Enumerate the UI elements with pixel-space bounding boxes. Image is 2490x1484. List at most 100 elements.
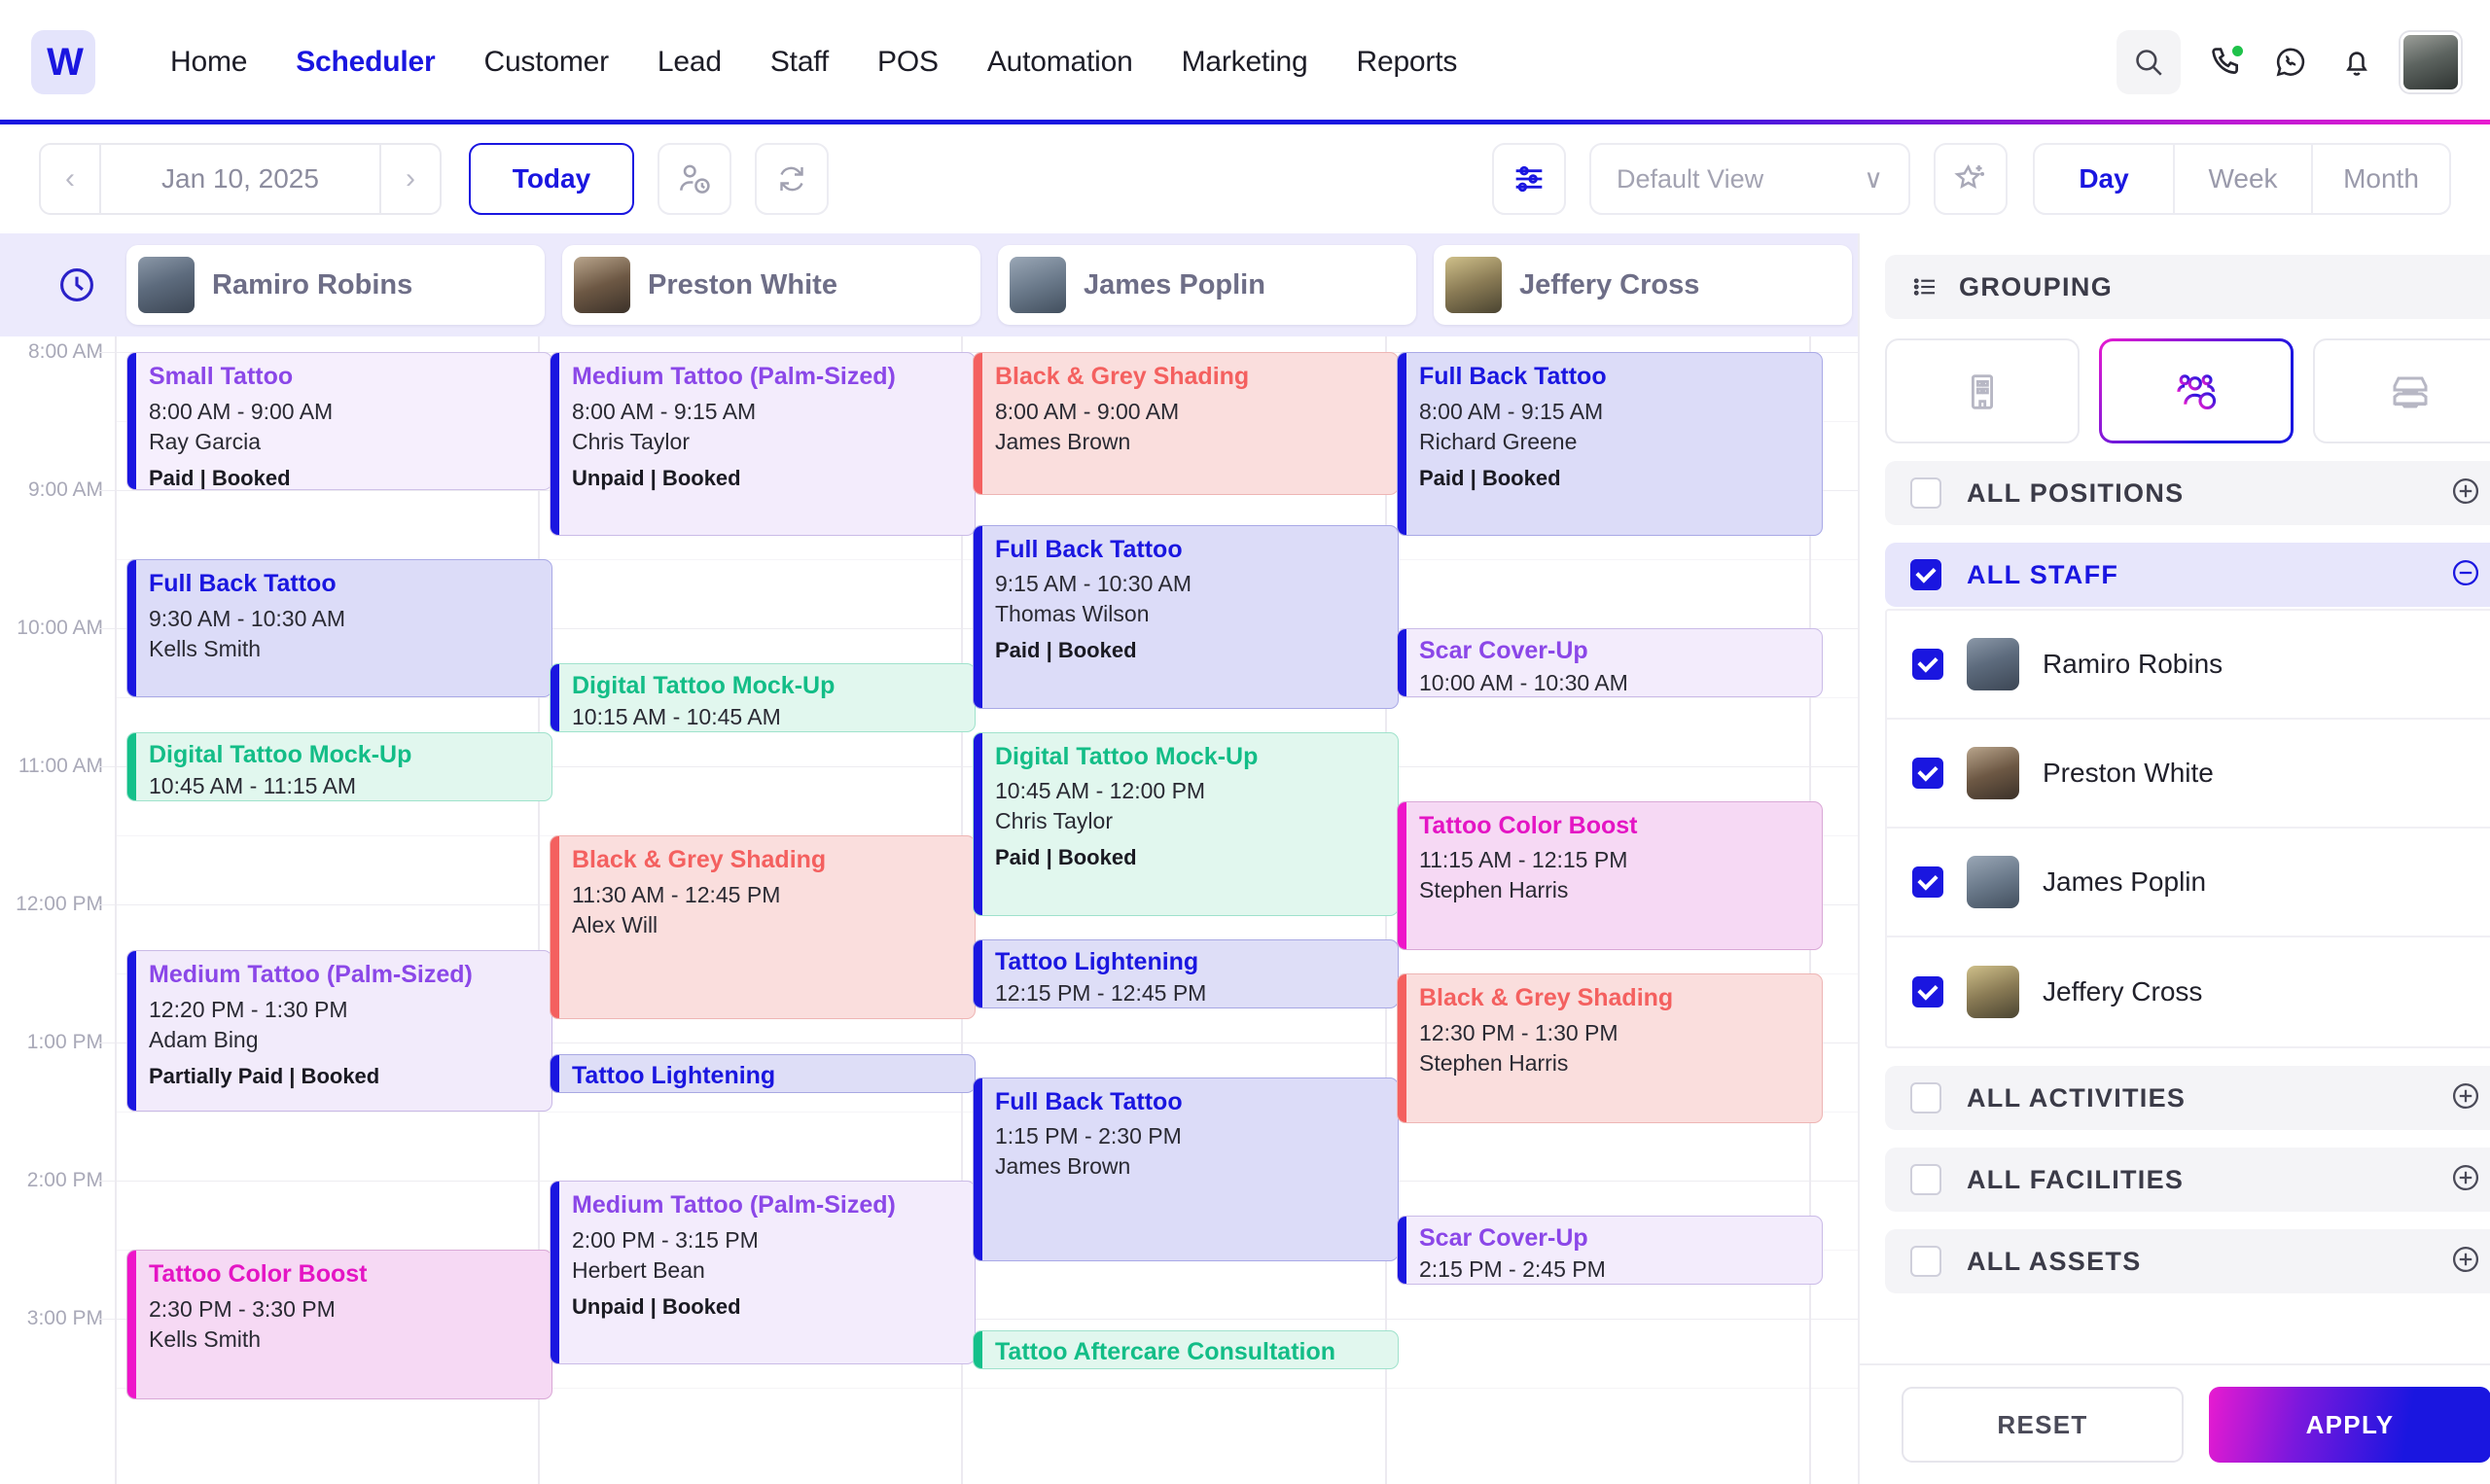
event-time: 11:15 AM - 12:15 PM	[1419, 847, 1628, 872]
whatsapp-button[interactable]	[2268, 40, 2313, 85]
nav-item-staff[interactable]: Staff	[746, 46, 853, 79]
nav-item-marketing[interactable]: Marketing	[1157, 46, 1333, 79]
group-row-all-staff[interactable]: ALL STAFF	[1885, 543, 2490, 607]
staff-checkbox[interactable]	[1912, 976, 1943, 1007]
grouping-mode-staff[interactable]	[2099, 338, 2294, 443]
filter-button[interactable]	[1492, 143, 1566, 215]
view-select-value: Default View	[1617, 163, 1764, 194]
expand-group-icon[interactable]	[2449, 1161, 2482, 1199]
event-body: Small Tattoo 8:00 AM - 9:00 AM Ray Garcia P…	[127, 363, 551, 489]
staff-list-item[interactable]: James Poplin	[1887, 829, 2490, 937]
phone-call-button[interactable]	[2202, 40, 2247, 85]
event-body: Black & Grey Shading 11:30 AM - 12:45 PM A…	[551, 846, 975, 940]
calendar-event[interactable]: Full Back Tattoo 9:15 AM - 10:30 AM Thomas…	[973, 524, 1399, 709]
notifications-button[interactable]	[2334, 40, 2379, 85]
event-customer: Chris Taylor	[572, 428, 690, 454]
calendar-event[interactable]: Scar Cover-Up 2:15 PM - 2:45 PM	[1397, 1215, 1823, 1285]
group-row-all-facilities[interactable]: ALL FACILITIES	[1885, 1148, 2490, 1212]
expand-group-icon[interactable]	[2449, 1079, 2482, 1117]
reset-button[interactable]: RESET	[1902, 1387, 2184, 1463]
calendar-event[interactable]: Black & Grey Shading 12:30 PM - 1:30 PM St…	[1397, 973, 1823, 1123]
calendar-event[interactable]: Full Back Tattoo 9:30 AM - 10:30 AM Kells …	[126, 559, 552, 697]
staff-column-chip[interactable]: Ramiro Robins	[126, 245, 545, 325]
group-row-all-activities[interactable]: ALL ACTIVITIES	[1885, 1066, 2490, 1130]
calendar-event[interactable]: Black & Grey Shading 11:30 AM - 12:45 PM A…	[550, 835, 976, 1020]
event-time: 9:30 AM - 10:30 AM	[149, 605, 346, 631]
calendar-event[interactable]: Full Back Tattoo 1:15 PM - 2:30 PM James B…	[973, 1077, 1399, 1261]
timezone-clock-button[interactable]	[39, 264, 115, 306]
avatar	[1010, 257, 1066, 313]
group-row-all-positions[interactable]: ALL POSITIONS	[1885, 461, 2490, 525]
staff-list-item[interactable]: Ramiro Robins	[1887, 611, 2490, 720]
staff-list-item[interactable]: Jeffery Cross	[1887, 937, 2490, 1046]
search-icon-button[interactable]	[2116, 30, 2181, 94]
staff-availability-button[interactable]	[658, 143, 731, 215]
calendar-event[interactable]: Black & Grey Shading 8:00 AM - 9:00 AM Jam…	[973, 352, 1399, 495]
today-button[interactable]: Today	[469, 143, 634, 215]
logo-glyph: W	[47, 41, 84, 84]
group-checkbox[interactable]	[1910, 477, 1941, 509]
grouping-mode-asset[interactable]	[2313, 338, 2490, 443]
top-navigation-bar: W Home Scheduler Customer Lead Staff POS Autom…	[0, 0, 2490, 124]
group-checkbox[interactable]	[1910, 1082, 1941, 1113]
nav-item-scheduler[interactable]: Scheduler	[271, 46, 459, 79]
nav-item-reports[interactable]: Reports	[1333, 46, 1482, 79]
save-view-button[interactable]	[1934, 143, 2008, 215]
group-row-all-assets[interactable]: ALL ASSETS	[1885, 1229, 2490, 1293]
group-checkbox[interactable]	[1910, 1164, 1941, 1195]
staff-column-chip[interactable]: James Poplin	[998, 245, 1416, 325]
calendar-event[interactable]: Digital Tattoo Mock-Up 10:45 AM - 12:00 P…	[973, 731, 1399, 916]
event-body: Medium Tattoo (Palm-Sized) 12:20 PM - 1:3…	[127, 961, 551, 1089]
nav-item-lead[interactable]: Lead	[633, 46, 746, 79]
staff-checkbox[interactable]	[1912, 866, 1943, 898]
calendar-event[interactable]: Tattoo Aftercare Consultation	[973, 1329, 1399, 1370]
calendar-event[interactable]: Tattoo Color Boost 2:30 PM - 3:30 PM Kells…	[126, 1250, 552, 1399]
bell-icon	[2346, 52, 2367, 76]
staff-list-item[interactable]: Preston White	[1887, 720, 2490, 829]
toolbar-right-group: Default View ∨ Day Week Month	[1469, 143, 2451, 215]
nav-item-pos[interactable]: POS	[853, 46, 963, 79]
range-week[interactable]: Week	[2173, 145, 2311, 213]
user-avatar[interactable]	[2401, 32, 2461, 92]
event-body: Scar Cover-Up 2:15 PM - 2:45 PM	[1398, 1224, 1822, 1284]
next-day-button[interactable]: ›	[379, 145, 440, 213]
range-month[interactable]: Month	[2311, 145, 2449, 213]
grouping-mode-facility[interactable]	[1885, 338, 2080, 443]
calendar-event[interactable]: Digital Tattoo Mock-Up 10:45 AM - 11:15 A…	[126, 731, 552, 801]
group-checkbox[interactable]	[1910, 559, 1941, 590]
calendar-event[interactable]: Full Back Tattoo 8:00 AM - 9:15 AM Richard…	[1397, 352, 1823, 537]
staff-checkbox[interactable]	[1912, 649, 1943, 680]
collapse-group-icon[interactable]	[2449, 556, 2482, 594]
calendar-event[interactable]: Scar Cover-Up 10:00 AM - 10:30 AM	[1397, 628, 1823, 697]
nav-item-home[interactable]: Home	[146, 46, 271, 79]
event-status: Paid | Booked	[1419, 465, 1561, 490]
nav-item-customer[interactable]: Customer	[459, 46, 632, 79]
event-color-rail	[551, 836, 559, 1019]
expand-group-icon[interactable]	[2449, 1243, 2482, 1281]
group-checkbox[interactable]	[1910, 1246, 1941, 1277]
refresh-button[interactable]	[755, 143, 829, 215]
calendar-event[interactable]: Tattoo Lightening	[550, 1053, 976, 1094]
staff-checkbox[interactable]	[1912, 758, 1943, 789]
view-select[interactable]: Default View ∨	[1589, 143, 1910, 215]
staff-column-chip[interactable]: Preston White	[562, 245, 980, 325]
staff-column-chip[interactable]: Jeffery Cross	[1434, 245, 1852, 325]
calendar-event[interactable]: Medium Tattoo (Palm-Sized) 8:00 AM - 9:15…	[550, 352, 976, 537]
calendar-event[interactable]: Medium Tattoo (Palm-Sized) 2:00 PM - 3:15…	[550, 1181, 976, 1365]
calendar-event[interactable]: Digital Tattoo Mock-Up 10:15 AM - 10:45 A…	[550, 662, 976, 732]
nav-links: Home Scheduler Customer Lead Staff POS Automat…	[146, 46, 1481, 79]
calendar-event[interactable]: Tattoo Lightening 12:15 PM - 12:45 PM	[973, 938, 1399, 1008]
app-logo[interactable]: W	[31, 30, 95, 94]
time-label: 9:00 AM	[27, 478, 103, 501]
calendar-event[interactable]: Tattoo Color Boost 11:15 AM - 12:15 PM Ste…	[1397, 800, 1823, 951]
calendar-event[interactable]: Small Tattoo 8:00 AM - 9:00 AM Ray Garcia P…	[126, 352, 552, 490]
nav-item-automation[interactable]: Automation	[963, 46, 1157, 79]
prev-day-button[interactable]: ‹	[41, 145, 101, 213]
group-label: ALL POSITIONS	[1967, 477, 2185, 508]
event-title: Medium Tattoo (Palm-Sized)	[149, 961, 473, 989]
expand-group-icon[interactable]	[2449, 475, 2482, 512]
apply-button[interactable]: APPLY	[2209, 1387, 2490, 1463]
time-label: 10:00 AM	[17, 617, 103, 639]
range-day[interactable]: Day	[2035, 145, 2173, 213]
calendar-event[interactable]: Medium Tattoo (Palm-Sized) 12:20 PM - 1:3…	[126, 950, 552, 1112]
